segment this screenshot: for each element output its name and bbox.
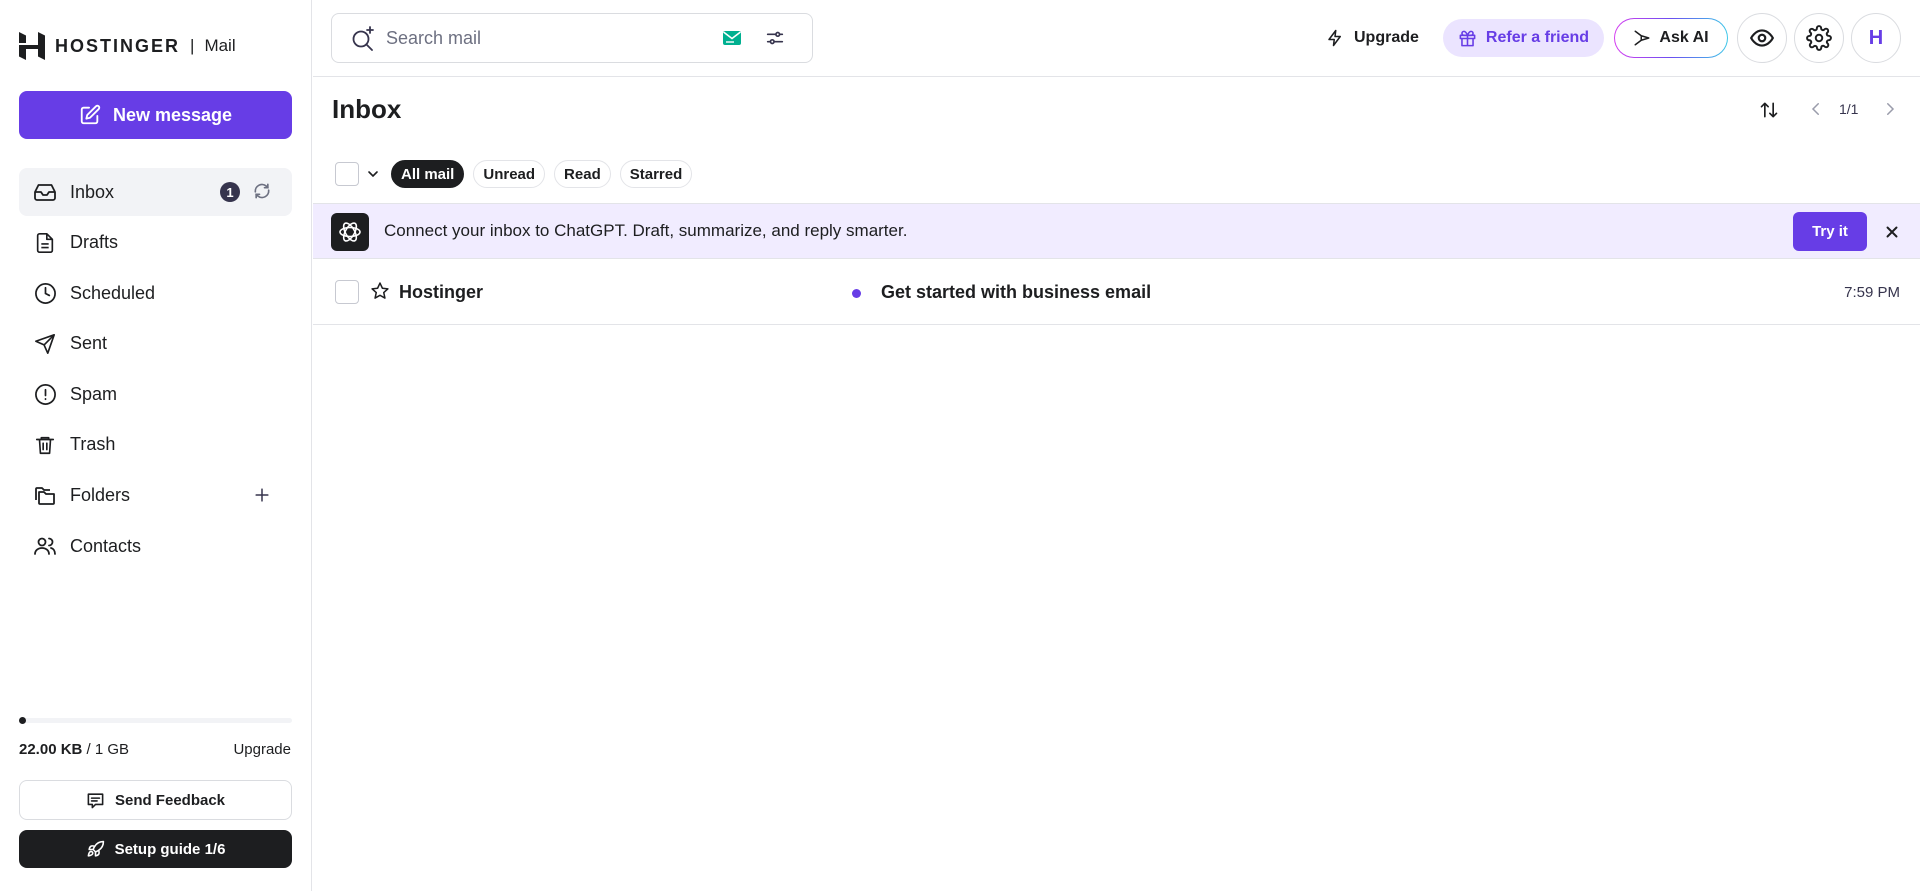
- gear-icon: [1806, 25, 1832, 51]
- hostinger-logo[interactable]: HOSTINGER | Mail: [19, 31, 236, 61]
- avatar-button[interactable]: H: [1851, 13, 1901, 63]
- storage-progress-bar: [19, 717, 292, 724]
- send-icon: [33, 332, 57, 356]
- sidebar-item-label: Inbox: [70, 181, 115, 202]
- search-input[interactable]: Search mail: [386, 28, 722, 49]
- lightning-icon: [1328, 29, 1341, 47]
- feedback-icon: [87, 792, 104, 808]
- ai-sparkle-icon: [1634, 30, 1650, 46]
- sidebar: HOSTINGER | Mail New message Inbox 1 Dra…: [0, 0, 312, 891]
- email-checkbox[interactable]: [335, 280, 359, 304]
- setup-guide-button[interactable]: Setup guide 1/6: [19, 830, 292, 868]
- refresh-icon[interactable]: [252, 181, 272, 201]
- mail-filter-icon[interactable]: [722, 30, 742, 46]
- product-name: Mail: [204, 36, 236, 55]
- sidebar-item-label: Drafts: [70, 232, 119, 253]
- search-box[interactable]: Search mail: [331, 13, 813, 63]
- unread-dot: [852, 289, 861, 298]
- top-bar: Search mail Upgrade Refer a friend Ask A…: [313, 0, 1920, 77]
- sidebar-item-label: Contacts: [70, 535, 142, 556]
- sidebar-item-folders[interactable]: Folders: [19, 472, 292, 520]
- email-subject: Get started with business email: [881, 282, 1152, 302]
- filter-starred[interactable]: Starred: [619, 160, 693, 188]
- folders-icon: [33, 484, 57, 508]
- inbox-icon: [33, 180, 57, 204]
- preview-toggle-button[interactable]: [1737, 13, 1787, 63]
- filter-all-mail[interactable]: All mail: [391, 160, 465, 188]
- email-sender: Hostinger: [399, 282, 484, 302]
- sidebar-item-drafts[interactable]: Drafts: [19, 219, 292, 267]
- trash-icon: [33, 433, 57, 457]
- sidebar-item-label: Sent: [70, 333, 108, 354]
- storage-total: / 1 GB: [86, 741, 130, 758]
- rocket-icon: [87, 840, 104, 857]
- ask-ai-button[interactable]: Ask AI: [1614, 18, 1728, 58]
- chevron-down-icon[interactable]: [365, 166, 381, 182]
- alert-icon: [33, 382, 57, 406]
- draft-icon: [33, 231, 57, 255]
- email-row[interactable]: Hostinger Get started with business emai…: [313, 260, 1920, 325]
- hostinger-logo-icon: [19, 32, 45, 60]
- compose-icon: [80, 104, 101, 125]
- sidebar-item-scheduled[interactable]: Scheduled: [19, 269, 292, 317]
- sidebar-item-trash[interactable]: Trash: [19, 421, 292, 469]
- page-title: Inbox: [332, 94, 402, 124]
- folder-nav: Inbox 1 Drafts Scheduled Sent Spam Trash…: [19, 168, 292, 573]
- send-feedback-button[interactable]: Send Feedback: [19, 780, 292, 820]
- add-folder-icon[interactable]: [252, 485, 272, 505]
- sort-icon[interactable]: [1759, 100, 1779, 120]
- star-icon[interactable]: [370, 281, 390, 301]
- ask-ai-label: Ask AI: [1659, 29, 1709, 46]
- filter-options-icon[interactable]: [764, 27, 786, 49]
- mail-list-panel: Inbox 1/1 All mail Unread Read Starred C…: [313, 78, 1920, 891]
- refer-a-friend-button[interactable]: Refer a friend: [1443, 19, 1604, 57]
- refer-label: Refer a friend: [1485, 29, 1590, 46]
- sidebar-item-inbox[interactable]: Inbox 1: [19, 168, 292, 216]
- storage-progress-fill: [19, 717, 26, 724]
- chevron-right-icon[interactable]: [1881, 100, 1899, 118]
- setup-guide-label: Setup guide 1/6: [114, 840, 226, 858]
- filter-unread[interactable]: Unread: [473, 160, 546, 188]
- sidebar-item-label: Folders: [70, 485, 131, 506]
- sidebar-item-label: Spam: [70, 383, 118, 404]
- storage-used: 22.00 KB: [19, 741, 83, 758]
- brand-name: HOSTINGER: [55, 35, 181, 56]
- header-upgrade-button[interactable]: Upgrade: [1326, 22, 1419, 54]
- filter-read[interactable]: Read: [554, 160, 611, 188]
- chatgpt-logo-icon: [331, 213, 369, 251]
- new-message-button[interactable]: New message: [19, 91, 292, 139]
- chevron-left-icon[interactable]: [1807, 100, 1825, 118]
- settings-button[interactable]: [1794, 13, 1844, 63]
- logo-separator: |: [190, 36, 195, 55]
- avatar: H: [1868, 26, 1884, 49]
- gift-icon: [1459, 30, 1476, 46]
- sidebar-item-sent[interactable]: Sent: [19, 320, 292, 368]
- email-time: 7:59 PM: [1844, 284, 1900, 301]
- contacts-icon: [33, 534, 57, 558]
- header-upgrade-label: Upgrade: [1354, 29, 1419, 46]
- sidebar-item-label: Trash: [70, 434, 116, 455]
- storage-upgrade-link[interactable]: Upgrade: [233, 741, 291, 758]
- banner-text: Connect your inbox to ChatGPT. Draft, su…: [384, 221, 908, 240]
- storage-usage: 22.00 KB / 1 GB: [19, 741, 129, 758]
- page-indicator: 1/1: [1839, 101, 1859, 117]
- ai-search-icon: [350, 25, 376, 51]
- sidebar-item-label: Scheduled: [70, 282, 156, 303]
- unread-count-badge: 1: [220, 182, 240, 202]
- select-all-checkbox[interactable]: [335, 162, 359, 186]
- close-icon[interactable]: [1883, 223, 1901, 241]
- clock-icon: [33, 281, 57, 305]
- sidebar-item-contacts[interactable]: Contacts: [19, 522, 292, 570]
- sidebar-item-spam[interactable]: Spam: [19, 370, 292, 418]
- eye-icon: [1749, 29, 1775, 47]
- chatgpt-promo-banner: Connect your inbox to ChatGPT. Draft, su…: [313, 203, 1920, 259]
- try-it-button[interactable]: Try it: [1793, 212, 1867, 251]
- send-feedback-label: Send Feedback: [114, 791, 226, 809]
- filter-bar: All mail Unread Read Starred: [335, 160, 701, 188]
- new-message-label: New message: [112, 104, 233, 125]
